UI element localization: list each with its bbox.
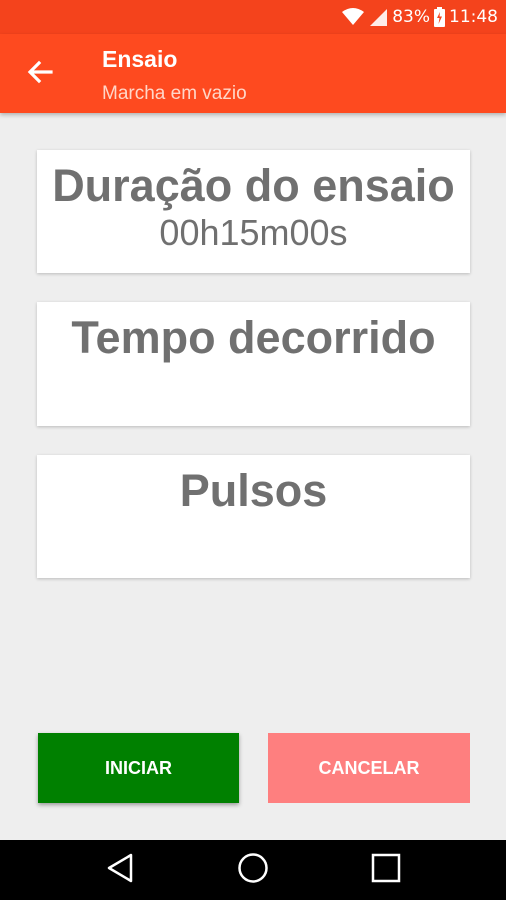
page-title: Ensaio <box>102 46 178 72</box>
duration-card: Duração do ensaio 00h15m00s <box>37 150 470 273</box>
cancel-button[interactable]: CANCELAR <box>268 733 470 803</box>
pulses-card: Pulsos <box>37 455 470 578</box>
clock: 11:48 <box>449 7 498 27</box>
nav-recents-icon <box>371 853 401 888</box>
back-button[interactable] <box>22 56 58 92</box>
elapsed-title: Tempo decorrido <box>71 312 436 363</box>
battery-charging-icon <box>434 7 445 27</box>
nav-back-icon <box>106 853 134 888</box>
nav-home-icon <box>237 852 269 889</box>
signal-icon <box>368 7 388 27</box>
navigation-bar <box>0 840 506 900</box>
status-bar: 83% 11:48 <box>0 0 506 34</box>
nav-recents-button[interactable] <box>366 850 406 890</box>
pulses-title: Pulsos <box>179 465 328 516</box>
app-bar: Ensaio Marcha em vazio <box>0 34 506 113</box>
duration-value: 00h15m00s <box>159 212 348 253</box>
start-button[interactable]: INICIAR <box>38 733 239 803</box>
wifi-icon <box>342 8 365 26</box>
duration-title: Duração do ensaio <box>52 160 455 211</box>
nav-back-button[interactable] <box>100 850 140 890</box>
page-subtitle: Marcha em vazio <box>102 83 247 104</box>
elapsed-card: Tempo decorrido <box>37 302 470 426</box>
battery-percent: 83% <box>392 7 430 27</box>
arrow-left-icon <box>27 60 53 89</box>
nav-home-button[interactable] <box>233 850 273 890</box>
